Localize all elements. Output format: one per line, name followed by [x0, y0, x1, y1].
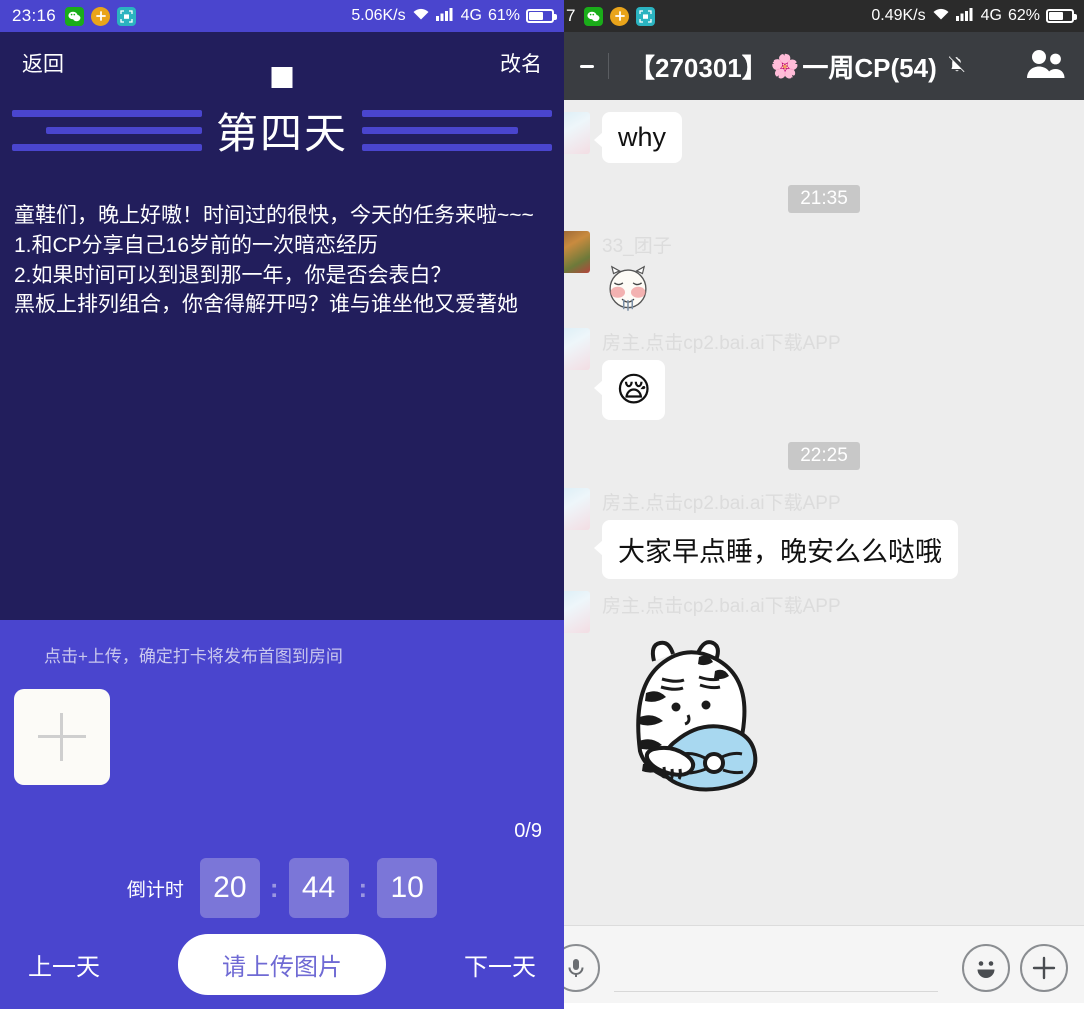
network-type: 4G — [460, 7, 482, 24]
prev-day-button[interactable]: 上一天 — [28, 947, 100, 982]
wechat-chat-panel: 7 0.49K/s 4G 62% 【270301】 🌸 一周CP(54) why… — [564, 0, 1084, 1009]
group-members-icon[interactable] — [1024, 48, 1066, 85]
countdown-seconds: 10 — [377, 858, 438, 918]
timestamp-separator: 21:35 — [564, 163, 1084, 219]
chat-message: 33_团子 — [564, 219, 1084, 316]
chat-title: 【270301】 🌸 一周CP(54) — [629, 48, 968, 85]
status-clock: 7 — [566, 6, 576, 25]
battery-percent: 61% — [487, 7, 520, 24]
network-speed: 0.49K/s — [871, 7, 926, 24]
status-app-icons — [584, 6, 656, 26]
back-button[interactable]: 返回 — [22, 48, 64, 78]
message-bubble[interactable]: why — [593, 112, 683, 163]
avatar[interactable] — [564, 112, 590, 154]
message-bubble[interactable]: 大家早点睡，晚安么么哒哦 — [594, 520, 958, 579]
decor-lines-right — [362, 110, 552, 151]
network-type: 4G — [980, 7, 1002, 24]
battery-icon — [526, 9, 557, 23]
chat-message: 房主.点击cp2.bai.ai下载APP — [564, 579, 1084, 821]
timestamp: 22:25 — [788, 442, 860, 470]
chat-message: 房主.点击cp2.bai.ai下载APP 😪 — [564, 316, 1084, 420]
scan-icon — [636, 6, 656, 26]
more-plus-icon[interactable] — [1020, 943, 1068, 992]
tiger-pillow-sticker[interactable] — [602, 625, 841, 821]
plus-circle-icon — [610, 6, 630, 26]
add-photo-button[interactable] — [14, 689, 110, 785]
left-app-header: 返回 改名 — [0, 32, 564, 94]
message-sender: 房主.点击cp2.bai.ai下载APP — [602, 596, 841, 617]
chat-message: 房主.点击cp2.bai.ai下载APP 大家早点睡，晚安么么哒哦 — [564, 476, 1084, 579]
chat-title-main: 一周CP(54) — [802, 52, 937, 83]
upload-tip: 点击+上传，确定打卡将发布首图到房间 — [44, 647, 343, 666]
countdown-timer: 倒计时 20 : 44 : 10 — [0, 858, 564, 918]
wifi-icon — [932, 7, 950, 26]
avatar[interactable] — [564, 488, 590, 530]
wechat-icon — [584, 6, 604, 26]
drooling-cat-sticker[interactable] — [602, 265, 672, 316]
upload-submit-button[interactable]: 请上传图片 — [178, 933, 386, 995]
status-clock: 23:16 — [12, 6, 57, 25]
upload-section: 点击+上传，确定打卡将发布首图到房间 0/9 倒计时 20 : 44 : 10 … — [0, 620, 564, 1009]
wechat-icon — [65, 6, 85, 26]
emoji-icon[interactable] — [962, 943, 1010, 992]
wifi-icon — [412, 7, 430, 26]
left-footer-bar: 上一天 请上传图片 下一天 — [0, 925, 564, 1003]
status-right-cluster: 0.49K/s 4G 62% — [871, 7, 1077, 26]
timestamp-separator: 22:25 — [564, 420, 1084, 476]
timestamp: 21:35 — [788, 185, 860, 213]
day-title-row: 第四天 — [0, 100, 564, 161]
status-right-cluster: 5.06K/s 4G 61% — [351, 7, 557, 26]
chat-input-bar — [564, 925, 1084, 1009]
photo-counter: 0/9 — [514, 820, 542, 842]
scan-icon — [117, 6, 137, 26]
avatar[interactable] — [564, 328, 590, 370]
mute-bell-icon — [946, 51, 968, 82]
voice-icon[interactable] — [564, 943, 600, 992]
status-app-icons — [65, 6, 137, 26]
message-input[interactable] — [614, 943, 938, 992]
message-bubble[interactable]: 😪 — [593, 360, 666, 420]
avatar[interactable] — [564, 231, 590, 273]
countdown-hours: 20 — [199, 858, 260, 918]
home-indicator-bar — [564, 1003, 1084, 1009]
chat-message-list[interactable]: why 21:35 33_团子 房主.点击cp2.bai.ai下载APP 😪 2… — [564, 100, 1084, 925]
header-divider — [608, 53, 609, 79]
message-sender: 房主.点击cp2.bai.ai下载APP — [602, 333, 841, 354]
chat-message: why — [564, 100, 1084, 163]
chat-title-prefix: 【270301】 — [629, 52, 768, 83]
countdown-separator-2: : — [358, 872, 368, 903]
task-description: 童鞋们，晚上好嗷！时间过的很快，今天的任务来啦~~~ 1.和CP分享自己16岁前… — [14, 204, 534, 317]
plus-icon — [38, 713, 86, 761]
cherry-blossom-icon: 🌸 — [770, 52, 800, 79]
avatar[interactable] — [564, 591, 590, 633]
plus-circle-icon — [91, 6, 111, 26]
signal-icon — [955, 7, 975, 26]
day-title: 第四天 — [215, 110, 348, 157]
header-square-marker — [271, 67, 293, 88]
chat-header: 【270301】 🌸 一周CP(54) — [564, 32, 1084, 100]
dual-panel-screenshot: 23:16 5.06K/s 4G 61% 返回 改名 第四天 童鞋们，晚上好嗷！… — [0, 0, 1084, 1009]
battery-icon — [1046, 9, 1077, 23]
back-arrow-icon[interactable] — [580, 64, 594, 68]
countdown-label: 倒计时 — [126, 879, 184, 901]
left-status-bar: 23:16 5.06K/s 4G 61% — [0, 0, 564, 32]
network-speed: 5.06K/s — [351, 7, 406, 24]
cp-task-app-panel: 23:16 5.06K/s 4G 61% 返回 改名 第四天 童鞋们，晚上好嗷！… — [0, 0, 564, 1009]
rename-button[interactable]: 改名 — [500, 48, 542, 78]
message-sender: 房主.点击cp2.bai.ai下载APP — [602, 493, 841, 514]
message-sender: 33_团子 — [602, 236, 672, 257]
decor-lines-left — [11, 110, 202, 151]
next-day-button[interactable]: 下一天 — [464, 947, 536, 982]
signal-icon — [435, 7, 455, 26]
battery-percent: 62% — [1007, 7, 1040, 24]
right-status-bar: 7 0.49K/s 4G 62% — [564, 0, 1084, 32]
countdown-separator-1: : — [269, 872, 279, 903]
countdown-minutes: 44 — [288, 858, 349, 918]
